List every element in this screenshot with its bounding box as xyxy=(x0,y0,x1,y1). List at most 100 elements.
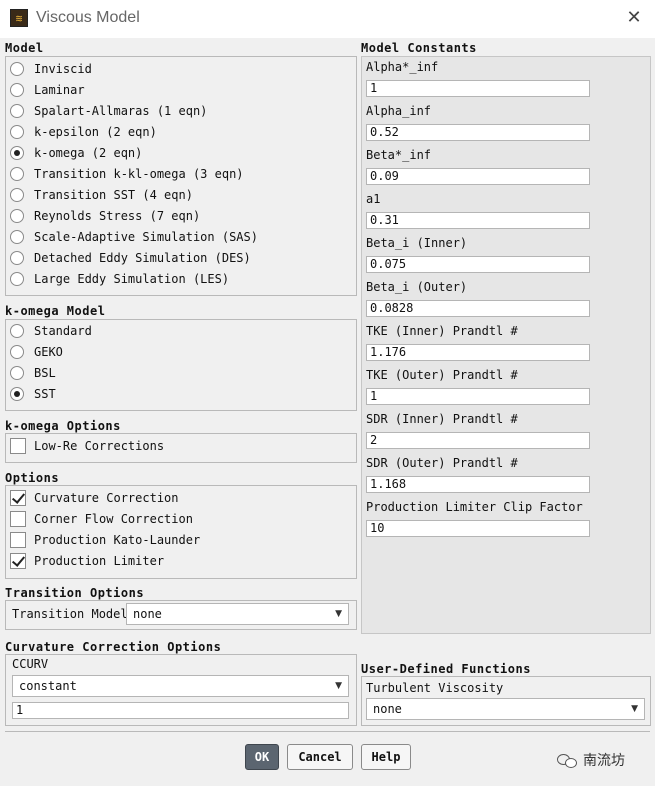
window-title: Viscous Model xyxy=(36,9,140,26)
model-radio-5[interactable]: Transition k-kl-omega (3 eqn) xyxy=(10,164,244,184)
option-checkbox-label: Curvature Correction xyxy=(34,491,179,505)
model-radio-label: Reynolds Stress (7 eqn) xyxy=(34,209,201,223)
model-constants-section-title: Model Constants xyxy=(361,41,477,55)
radio-button-icon[interactable] xyxy=(10,146,24,160)
model-radio-1[interactable]: Laminar xyxy=(10,80,85,100)
komega-model-section-title: k-omega Model xyxy=(5,304,106,318)
bottom-divider xyxy=(5,731,650,732)
model-radio-6[interactable]: Transition SST (4 eqn) xyxy=(10,185,193,205)
option-checkbox-label: Corner Flow Correction xyxy=(34,512,193,526)
transition-options-section-title: Transition Options xyxy=(5,586,145,600)
option-checkbox-3[interactable]: Production Limiter xyxy=(10,551,164,571)
model-radio-label: Large Eddy Simulation (LES) xyxy=(34,272,230,286)
model-radio-label: k-epsilon (2 eqn) xyxy=(34,125,157,139)
model-radio-4[interactable]: k-omega (2 eqn) xyxy=(10,143,142,163)
constant-label: TKE (Outer) Prandtl # xyxy=(366,368,518,382)
radio-button-icon[interactable] xyxy=(10,188,24,202)
udf-section-title: User-Defined Functions xyxy=(361,662,531,676)
komega-radio-2[interactable]: BSL xyxy=(10,363,56,383)
checkbox-icon[interactable] xyxy=(10,511,26,527)
model-radio-label: Spalart-Allmaras (1 eqn) xyxy=(34,104,208,118)
constant-input[interactable]: 0.0828 xyxy=(366,300,590,317)
transition-model-label: Transition Model xyxy=(12,607,128,621)
constant-label: Beta_i (Inner) xyxy=(366,236,468,250)
radio-button-icon[interactable] xyxy=(10,366,24,380)
radio-button-icon[interactable] xyxy=(10,167,24,181)
radio-button-icon[interactable] xyxy=(10,387,24,401)
model-radio-label: k-omega (2 eqn) xyxy=(34,146,143,160)
radio-button-icon[interactable] xyxy=(10,230,24,244)
option-checkbox-2[interactable]: Production Kato-Launder xyxy=(10,530,200,550)
chevron-down-icon: ▼ xyxy=(335,681,342,691)
option-checkbox-label: Production Kato-Launder xyxy=(34,533,201,547)
constant-input[interactable]: 0.075 xyxy=(366,256,590,273)
model-radio-2[interactable]: Spalart-Allmaras (1 eqn) xyxy=(10,101,207,121)
wechat-icon xyxy=(557,752,577,768)
checkbox-icon[interactable] xyxy=(10,553,26,569)
model-radio-0[interactable]: Inviscid xyxy=(10,59,92,79)
constant-input[interactable]: 1 xyxy=(366,80,590,97)
close-icon[interactable]: ✕ xyxy=(624,7,644,29)
ccurv-value-input[interactable]: 1 xyxy=(12,702,349,719)
radio-button-icon[interactable] xyxy=(10,104,24,118)
model-radio-9[interactable]: Detached Eddy Simulation (DES) xyxy=(10,248,251,268)
constant-input[interactable]: 10 xyxy=(366,520,590,537)
komega-radio-0[interactable]: Standard xyxy=(10,321,92,341)
constant-input[interactable]: 1.176 xyxy=(366,344,590,361)
help-button[interactable]: Help xyxy=(361,744,411,770)
constant-label: Alpha*_inf xyxy=(366,60,439,74)
komega-radio-label: Standard xyxy=(34,324,92,338)
radio-button-icon[interactable] xyxy=(10,324,24,338)
model-radio-8[interactable]: Scale-Adaptive Simulation (SAS) xyxy=(10,227,258,247)
komega-options-section-title: k-omega Options xyxy=(5,419,121,433)
komega-radio-3[interactable]: SST xyxy=(10,384,56,404)
transition-model-value: none xyxy=(133,607,162,621)
constant-input[interactable]: 1.168 xyxy=(366,476,590,493)
constant-label: Beta_i (Outer) xyxy=(366,280,468,294)
radio-button-icon[interactable] xyxy=(10,62,24,76)
radio-button-icon[interactable] xyxy=(10,125,24,139)
radio-button-icon[interactable] xyxy=(10,209,24,223)
app-icon: ≋ xyxy=(10,9,28,27)
constant-input[interactable]: 0.31 xyxy=(366,212,590,229)
model-radio-label: Inviscid xyxy=(34,62,92,76)
model-radio-label: Scale-Adaptive Simulation (SAS) xyxy=(34,230,258,244)
model-radio-label: Transition k-kl-omega (3 eqn) xyxy=(34,167,244,181)
model-radio-label: Laminar xyxy=(34,83,85,97)
komega-radio-1[interactable]: GEKO xyxy=(10,342,63,362)
komega-option-checkbox-label: Low-Re Corrections xyxy=(34,439,165,453)
radio-button-icon[interactable] xyxy=(10,345,24,359)
chevron-down-icon: ▼ xyxy=(335,609,342,619)
constant-input[interactable]: 0.52 xyxy=(366,124,590,141)
model-radio-7[interactable]: Reynolds Stress (7 eqn) xyxy=(10,206,200,226)
komega-option-checkbox-0[interactable]: Low-Re Corrections xyxy=(10,436,164,456)
option-checkbox-0[interactable]: Curvature Correction xyxy=(10,488,179,508)
cancel-button[interactable]: Cancel xyxy=(287,744,353,770)
radio-button-icon[interactable] xyxy=(10,272,24,286)
constant-input[interactable]: 2 xyxy=(366,432,590,449)
checkbox-icon[interactable] xyxy=(10,532,26,548)
constant-input[interactable]: 0.09 xyxy=(366,168,590,185)
watermark-text: 南流坊 xyxy=(583,753,625,769)
option-checkbox-1[interactable]: Corner Flow Correction xyxy=(10,509,193,529)
model-radio-label: Detached Eddy Simulation (DES) xyxy=(34,251,251,265)
komega-radio-label: GEKO xyxy=(34,345,63,359)
constant-input[interactable]: 1 xyxy=(366,388,590,405)
ccurv-label: CCURV xyxy=(12,657,49,671)
constant-label: SDR (Outer) Prandtl # xyxy=(366,456,518,470)
constant-label: TKE (Inner) Prandtl # xyxy=(366,324,518,338)
model-radio-3[interactable]: k-epsilon (2 eqn) xyxy=(10,122,157,142)
ok-button[interactable]: OK xyxy=(245,744,279,770)
checkbox-icon[interactable] xyxy=(10,490,26,506)
radio-button-icon[interactable] xyxy=(10,251,24,265)
model-radio-label: Transition SST (4 eqn) xyxy=(34,188,193,202)
turbulent-viscosity-dropdown[interactable]: none ▼ xyxy=(366,698,645,720)
model-radio-10[interactable]: Large Eddy Simulation (LES) xyxy=(10,269,229,289)
constant-label: a1 xyxy=(366,192,381,206)
transition-model-dropdown[interactable]: none ▼ xyxy=(126,603,349,625)
radio-button-icon[interactable] xyxy=(10,83,24,97)
curvature-options-section-title: Curvature Correction Options xyxy=(5,640,222,654)
ccurv-mode-dropdown[interactable]: constant ▼ xyxy=(12,675,349,697)
komega-radio-label: SST xyxy=(34,387,56,401)
checkbox-icon[interactable] xyxy=(10,438,26,454)
